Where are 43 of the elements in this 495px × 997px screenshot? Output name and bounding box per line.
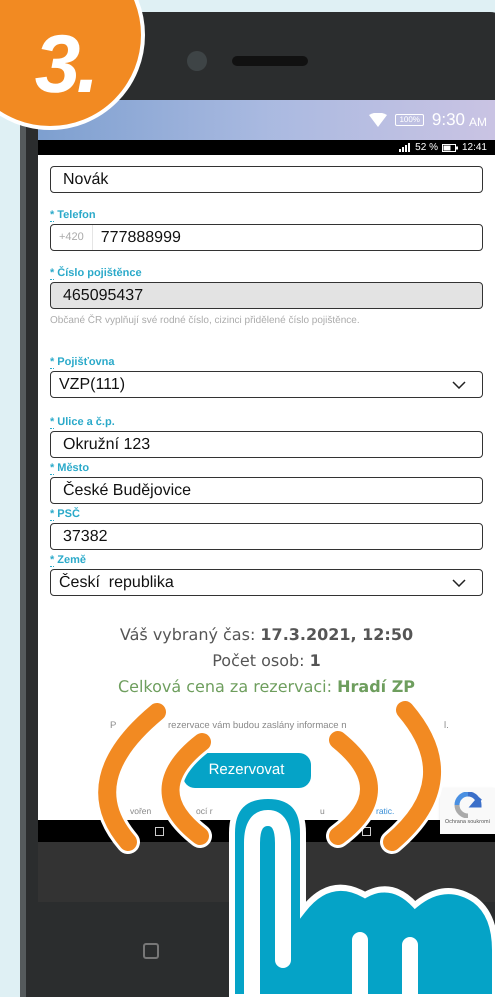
signal-icon	[399, 143, 412, 152]
battery-percent: 52 %	[415, 141, 438, 155]
select-field[interactable]: VZP(111)	[50, 371, 483, 398]
footer-link-fragment[interactable]: ratic.	[376, 806, 394, 817]
select-value: Českí republika	[59, 572, 174, 592]
status-time: 12:41	[462, 141, 487, 155]
field-label: Ulice a č.p.	[57, 416, 115, 429]
nav-square-icon[interactable]	[362, 826, 371, 836]
home-square-icon[interactable]	[143, 943, 159, 959]
field-hint: Občané ČR vyplňují své rodné číslo, cizinci přidělené číslo pojištěnce.	[50, 313, 361, 328]
select-field[interactable]: Českí republika	[50, 569, 483, 596]
info-text-fragment: rezervace vám budou zaslány informace n	[168, 720, 348, 731]
summary-line: Celková cena za rezervaci: Hradí ZP	[118, 676, 416, 698]
field-label: Pojišťovna	[57, 356, 115, 369]
phone-field[interactable]: +420 777888999	[50, 224, 483, 251]
select-value: VZP(111)	[59, 374, 126, 394]
clock-meridiem: AM	[469, 114, 487, 130]
text-field[interactable]: 37382	[50, 523, 483, 550]
field-label: PSČ	[57, 508, 80, 521]
footer-text-fragment: u	[320, 806, 325, 817]
nav-square-icon[interactable]	[155, 826, 164, 836]
text-field[interactable]: České Budějovice	[50, 477, 483, 504]
battery-icon	[442, 144, 458, 152]
chevron-down-icon	[452, 380, 466, 388]
text-field[interactable]: Novák	[50, 166, 483, 193]
recaptcha-icon	[452, 792, 482, 818]
info-text-fragment: l.	[444, 720, 449, 731]
chevron-down-icon	[452, 578, 466, 586]
field-label: Město	[57, 462, 90, 475]
summary-line: Váš vybraný čas: 17.3.2021, 12:50	[120, 624, 414, 646]
footer-text-fragment: ocí r	[196, 806, 213, 817]
info-text-fragment: P	[110, 720, 118, 731]
field-label: Číslo pojištěnce	[57, 267, 142, 280]
field-label: Telefon	[57, 209, 96, 222]
text-field[interactable]: Okružní 123	[50, 431, 483, 458]
clock-time: 9:30	[432, 109, 465, 132]
battery-indicator: 100%	[395, 114, 424, 126]
step-number-badge: 3.	[0, 0, 145, 130]
wifi-icon	[369, 113, 388, 127]
field-label: Země	[57, 554, 86, 567]
phone-input-value: 777888999	[100, 228, 181, 248]
summary-line: Počet osob: 1	[212, 650, 321, 672]
footer-text-fragment: vořen	[130, 806, 152, 817]
